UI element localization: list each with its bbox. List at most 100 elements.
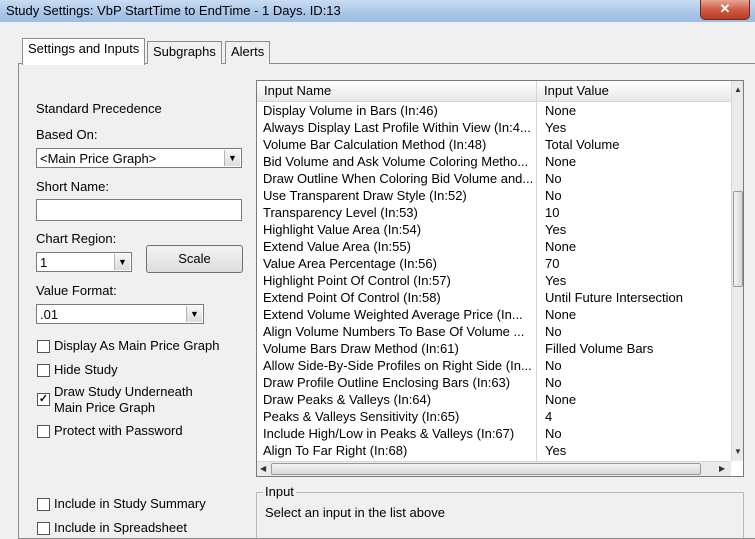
table-row[interactable]: Include High/Low in Peaks & Valleys (In:… — [257, 425, 731, 442]
input-name-cell[interactable]: Draw Profile Outline Enclosing Bars (In:… — [263, 374, 532, 391]
input-name-cell[interactable]: Highlight Point Of Control (In:57) — [263, 272, 532, 289]
inputs-grid[interactable]: Input Name Input Value Display Volume in… — [256, 80, 744, 477]
based-on-select[interactable]: <Main Price Graph> ▼ — [36, 148, 242, 168]
display-as-main-price-graph-checkbox[interactable] — [37, 340, 50, 353]
table-row[interactable]: Display Volume in Bars (In:46) None — [257, 102, 731, 119]
title-bar: Study Settings: VbP StartTime to EndTime… — [0, 0, 755, 22]
input-name-cell[interactable]: Peaks & Valleys Sensitivity (In:65) — [263, 408, 532, 425]
input-value-cell[interactable]: Yes — [545, 272, 730, 289]
value-format-value: .01 — [40, 307, 59, 322]
input-name-cell[interactable]: Include High/Low in Peaks & Valleys (In:… — [263, 425, 532, 442]
input-value-cell[interactable]: None — [545, 153, 730, 170]
chevron-down-icon: ▼ — [224, 150, 240, 166]
input-name-cell[interactable]: Allow Side-By-Side Profiles on Right Sid… — [263, 357, 532, 374]
table-row[interactable]: Extend Point Of Control (In:58) Until Fut… — [257, 289, 731, 306]
column-header-input-value[interactable]: Input Value — [544, 83, 609, 98]
protect-with-password-checkbox[interactable] — [37, 425, 50, 438]
table-row[interactable]: Transparency Level (In:53) 10 — [257, 204, 731, 221]
vertical-scrollbar[interactable]: ▲ ▼ — [731, 81, 743, 461]
table-row[interactable]: Bid Volume and Ask Volume Coloring Metho… — [257, 153, 731, 170]
input-name-cell[interactable]: Volume Bar Calculation Method (In:48) — [263, 136, 532, 153]
input-name-cell[interactable]: Highlight Value Area (In:54) — [263, 221, 532, 238]
scroll-left-icon[interactable]: ◀ — [260, 464, 266, 473]
table-row[interactable]: Allow Side-By-Side Profiles on Right Sid… — [257, 357, 731, 374]
input-name-cell[interactable]: Transparency Level (In:53) — [263, 204, 532, 221]
table-row[interactable]: Highlight Point Of Control (In:57) Yes — [257, 272, 731, 289]
input-value-cell[interactable]: Filled Volume Bars — [545, 340, 730, 357]
short-name-input[interactable] — [36, 199, 242, 221]
table-row[interactable]: Align To Far Right (In:68) Yes — [257, 442, 731, 459]
input-value-cell[interactable]: 4 — [545, 408, 730, 425]
scroll-up-icon[interactable]: ▲ — [734, 85, 742, 94]
hide-study-label: Hide Study — [54, 362, 118, 377]
input-value-cell[interactable]: 10 — [545, 204, 730, 221]
input-name-cell[interactable]: Value Area Percentage (In:56) — [263, 255, 532, 272]
scroll-right-icon[interactable]: ▶ — [719, 464, 725, 473]
table-row[interactable]: Volume Bar Calculation Method (In:48) Tot… — [257, 136, 731, 153]
input-name-cell[interactable]: Use Transparent Draw Style (In:52) — [263, 187, 532, 204]
chart-region-label: Chart Region: — [36, 231, 117, 246]
input-value-cell[interactable]: No — [545, 187, 730, 204]
chart-region-select[interactable]: 1 ▼ — [36, 252, 132, 272]
input-name-cell[interactable]: Extend Volume Weighted Average Price (In… — [263, 306, 532, 323]
input-name-cell[interactable]: Draw Outline When Coloring Bid Volume an… — [263, 170, 532, 187]
input-value-cell[interactable]: No — [545, 374, 730, 391]
table-row[interactable]: Draw Outline When Coloring Bid Volume an… — [257, 170, 731, 187]
input-name-cell[interactable]: Display Volume in Bars (In:46) — [263, 102, 532, 119]
value-format-select[interactable]: .01 ▼ — [36, 304, 204, 324]
table-row[interactable]: Extend Volume Weighted Average Price (In… — [257, 306, 731, 323]
table-row[interactable]: Extend Value Area (In:55) None — [257, 238, 731, 255]
column-header-input-name[interactable]: Input Name — [264, 83, 331, 98]
include-in-spreadsheet-checkbox[interactable] — [37, 522, 50, 535]
horizontal-scrollbar[interactable]: ◀ ▶ — [257, 461, 731, 476]
input-value-cell[interactable]: No — [545, 425, 730, 442]
input-value-cell[interactable]: None — [545, 102, 730, 119]
table-row[interactable]: Always Display Last Profile Within View … — [257, 119, 731, 136]
input-value-cell[interactable]: Yes — [545, 442, 730, 459]
include-in-study-summary-checkbox[interactable] — [37, 498, 50, 511]
tab-subgraphs[interactable]: Subgraphs — [147, 41, 222, 64]
draw-study-underneath-checkbox[interactable]: ✓ — [37, 393, 50, 406]
table-row[interactable]: Highlight Value Area (In:54) Yes — [257, 221, 731, 238]
hide-study-checkbox[interactable] — [37, 364, 50, 377]
input-value-cell[interactable]: None — [545, 238, 730, 255]
chevron-down-icon: ▼ — [114, 254, 130, 270]
standard-precedence-label[interactable]: Standard Precedence — [36, 101, 162, 116]
table-row[interactable]: Peaks & Valleys Sensitivity (In:65) 4 — [257, 408, 731, 425]
input-value-cell[interactable]: Yes — [545, 221, 730, 238]
vertical-scroll-thumb[interactable] — [733, 191, 743, 287]
horizontal-scroll-thumb[interactable] — [271, 463, 701, 475]
scale-button[interactable]: Scale — [146, 245, 243, 273]
input-groupbox: Input Select an input in the list above — [256, 484, 744, 538]
input-value-cell[interactable]: No — [545, 357, 730, 374]
input-name-cell[interactable]: Always Display Last Profile Within View … — [263, 119, 532, 136]
input-name-cell[interactable]: Align To Far Right (In:68) — [263, 442, 532, 459]
input-value-cell[interactable]: Until Future Intersection — [545, 289, 730, 306]
input-name-cell[interactable]: Align Volume Numbers To Base Of Volume .… — [263, 323, 532, 340]
input-name-cell[interactable]: Volume Bars Draw Method (In:61) — [263, 340, 532, 357]
table-row[interactable]: Align Volume Numbers To Base Of Volume .… — [257, 323, 731, 340]
tab-alerts[interactable]: Alerts — [225, 41, 271, 64]
input-value-cell[interactable]: Yes — [545, 119, 730, 136]
input-value-cell[interactable]: None — [545, 391, 730, 408]
tab-settings-and-inputs[interactable]: Settings and Inputs — [22, 38, 146, 65]
input-value-cell[interactable]: No — [545, 323, 730, 340]
input-name-cell[interactable]: Draw Peaks & Valleys (In:64) — [263, 391, 532, 408]
include-in-spreadsheet-label: Include in Spreadsheet — [54, 520, 187, 535]
scroll-down-icon[interactable]: ▼ — [734, 447, 742, 456]
input-help-text: Select an input in the list above — [265, 505, 445, 520]
protect-with-password-label: Protect with Password — [54, 423, 183, 438]
input-value-cell[interactable]: No — [545, 170, 730, 187]
table-row[interactable]: Use Transparent Draw Style (In:52) No — [257, 187, 731, 204]
close-button[interactable]: ✕ — [700, 0, 750, 20]
table-row[interactable]: Draw Profile Outline Enclosing Bars (In:… — [257, 374, 731, 391]
table-row[interactable]: Value Area Percentage (In:56) 70 — [257, 255, 731, 272]
input-value-cell[interactable]: Total Volume — [545, 136, 730, 153]
table-row[interactable]: Draw Peaks & Valleys (In:64) None — [257, 391, 731, 408]
input-name-cell[interactable]: Extend Value Area (In:55) — [263, 238, 532, 255]
input-value-cell[interactable]: None — [545, 306, 730, 323]
input-name-cell[interactable]: Bid Volume and Ask Volume Coloring Metho… — [263, 153, 532, 170]
table-row[interactable]: Volume Bars Draw Method (In:61) Filled Vo… — [257, 340, 731, 357]
input-name-cell[interactable]: Extend Point Of Control (In:58) — [263, 289, 532, 306]
input-value-cell[interactable]: 70 — [545, 255, 730, 272]
